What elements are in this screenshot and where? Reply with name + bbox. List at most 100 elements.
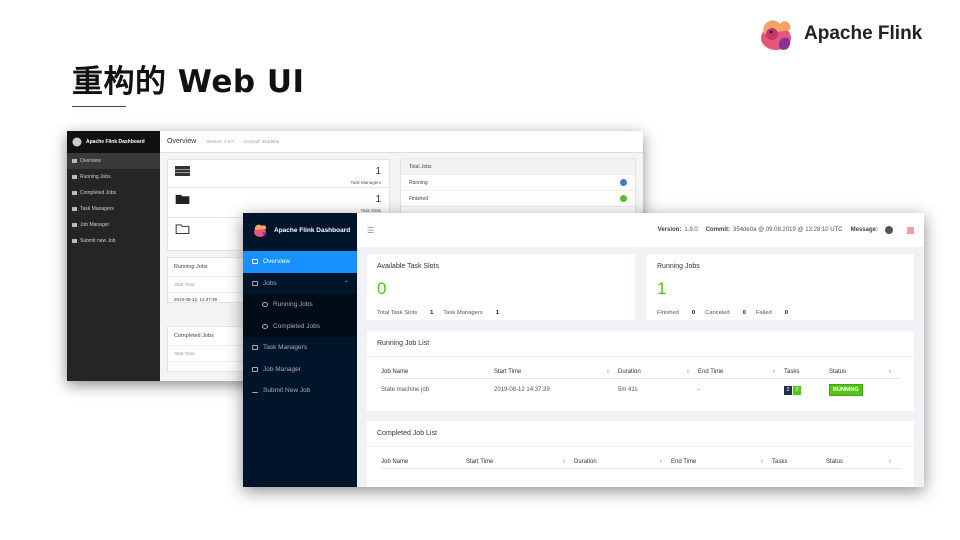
- header-meta: Version: 1.9.0 Commit: 354de0a @ 09.08.2…: [650, 226, 914, 234]
- old-commit: Commit: 354de0a: [243, 139, 280, 144]
- old-sidebar: Apache Flink Dashboard Overview Running …: [67, 131, 160, 381]
- col-status[interactable]: Status ⇕: [829, 357, 900, 379]
- sort-icon: ⇕: [887, 459, 892, 465]
- nav-task-managers[interactable]: Task Managers: [243, 337, 357, 359]
- old-nav-job-manager[interactable]: Job Manager: [67, 217, 160, 233]
- status-dot: [620, 195, 627, 202]
- upload-icon: [72, 239, 77, 243]
- col-start-time[interactable]: Start Time ⇕: [494, 357, 618, 379]
- old-nav: Overview Running Jobs Completed Jobs Tas…: [67, 153, 160, 249]
- old-nav-running-jobs[interactable]: Running Jobs: [67, 169, 160, 185]
- list-icon: [72, 175, 77, 179]
- col-tasks[interactable]: Tasks: [784, 357, 829, 379]
- folder-outline-icon: [175, 224, 190, 234]
- alert-icon[interactable]: [907, 226, 914, 234]
- task-managers-label: Task Managers: [350, 180, 381, 185]
- job-name: State machine job: [381, 387, 430, 393]
- col-job-name[interactable]: Job Name: [381, 357, 494, 379]
- sort-icon: ⇕: [605, 369, 610, 375]
- old-version: Version: 1.9.0: [206, 139, 234, 144]
- sort-icon: ⇕: [887, 369, 892, 375]
- col-duration[interactable]: Duration ⇕: [574, 447, 671, 469]
- flink-icon: [72, 137, 82, 147]
- job-start-time: 2019-08-12 14:37:39: [494, 387, 550, 393]
- old-header: Overview Version: 1.9.0 Commit: 354de0a: [160, 131, 643, 153]
- old-nav-overview[interactable]: Overview: [67, 153, 160, 169]
- message-label: Message:: [850, 227, 878, 233]
- completed-job-list-panel: Completed Job List Job Name Start Time ⇕ …: [367, 421, 914, 487]
- users-icon: [72, 207, 77, 211]
- col-start-time[interactable]: Start Time ⇕: [466, 447, 574, 469]
- completed-list-title: Completed Job List: [377, 430, 437, 437]
- status-badge: RUNNING: [829, 384, 863, 396]
- old-nav-submit-job[interactable]: Submit new Job: [67, 233, 160, 249]
- old-nav-task-managers[interactable]: Task Managers: [67, 201, 160, 217]
- dashboard-icon: [252, 259, 258, 265]
- menu-fold-icon[interactable]: ☰: [367, 226, 374, 235]
- tasks-total-badge: 2: [784, 385, 792, 395]
- slots-card-title: Available Task Slots: [377, 263, 439, 270]
- upload-icon: [252, 388, 258, 394]
- job-duration: 5m 41s: [618, 387, 638, 393]
- sort-icon: ⇕: [685, 369, 690, 375]
- nav-running-jobs[interactable]: Running Jobs: [243, 294, 357, 316]
- running-card-value: 1: [657, 279, 667, 298]
- job-status: RUNNING: [829, 379, 900, 402]
- total-jobs-title: Total Jobs: [401, 159, 635, 175]
- version-value: 1.9.0: [684, 227, 698, 233]
- nav-completed-jobs[interactable]: Completed Jobs: [243, 315, 357, 337]
- sort-icon: ⇕: [561, 459, 566, 465]
- old-nav-completed-jobs[interactable]: Completed Jobs: [67, 185, 160, 201]
- old-total-jobs: Total Jobs Running Finished: [400, 158, 636, 218]
- total-jobs-running: Running: [401, 175, 635, 191]
- table-row[interactable]: State machine job 2019-08-12 14:37:39 5m…: [381, 379, 900, 402]
- dashboard-icon: [72, 159, 77, 163]
- old-brandbar: Apache Flink Dashboard: [67, 131, 160, 153]
- task-slots-count: 1: [375, 194, 381, 205]
- nav-job-manager[interactable]: Job Manager: [243, 359, 357, 381]
- new-sidebar: Apache Flink Dashboard Overview Jobs ⌃ Ru…: [243, 213, 357, 487]
- nav-submit-new-job[interactable]: Submit New Job: [243, 380, 357, 402]
- brand-name: Apache Flink: [804, 23, 923, 44]
- table-header-row: Job Name Start Time ⇕ Duration ⇕ End Time ⇕…: [381, 447, 900, 469]
- old-brand-title: Apache Flink Dashboard: [86, 139, 145, 145]
- sort-icon: ⇕: [759, 459, 764, 465]
- table-header-row: Job Name Start Time ⇕ Duration ⇕ End Time ⇕…: [381, 357, 900, 379]
- tasks-running-badge: 2: [793, 385, 801, 395]
- col-status[interactable]: Status ⇕: [826, 447, 900, 469]
- slots-card-value: 0: [377, 279, 387, 298]
- message-badge[interactable]: [885, 226, 893, 234]
- version-label: Version:: [657, 227, 682, 233]
- running-job-list-panel: Running Job List Job Name Start Time ⇕ Du…: [367, 331, 914, 411]
- new-header: ☰ Version: 1.9.0 Commit: 354de0a @ 09.08…: [357, 213, 924, 247]
- slide-title: 重构的 Web UI: [72, 64, 305, 100]
- old-page-title: Overview: [167, 138, 197, 145]
- flink-squirrel-icon: [761, 20, 791, 50]
- col-end-time[interactable]: End Time ⇕: [671, 447, 772, 469]
- nav-overview[interactable]: Overview: [243, 251, 357, 273]
- flink-squirrel-icon: [254, 224, 267, 237]
- col-job-name[interactable]: Job Name: [381, 447, 466, 469]
- running-list-title: Running Job List: [377, 340, 430, 347]
- status-dot: [620, 179, 627, 186]
- running-card-title: Running Jobs: [657, 263, 700, 270]
- job-end-time: -: [698, 387, 700, 393]
- sort-icon: ⇕: [658, 459, 663, 465]
- col-tasks[interactable]: Tasks: [772, 447, 826, 469]
- title-underline: [72, 106, 126, 107]
- commit-value: 354de0a @ 09.08.2019 @ 13:28:10 UTC: [733, 227, 843, 233]
- sort-icon: ⇕: [771, 369, 776, 375]
- running-card-footer: Finished 0 Canceled 0 Failed 0: [657, 310, 788, 316]
- running-jobs-card: Running Jobs 1 Finished 0 Canceled 0 Faile…: [647, 254, 914, 320]
- col-duration[interactable]: Duration ⇕: [618, 357, 698, 379]
- total-jobs-finished: Finished: [401, 191, 635, 207]
- new-brand-title: Apache Flink Dashboard: [274, 226, 351, 234]
- list-icon: [252, 280, 258, 286]
- slots-card-footer: Total Task Slots 1 Task Managers 1: [377, 310, 499, 316]
- check-circle-icon: [262, 323, 268, 329]
- new-nav: Overview Jobs ⌃ Running Jobs Completed Jo…: [243, 251, 357, 402]
- nav-jobs[interactable]: Jobs ⌃: [243, 273, 357, 295]
- col-end-time[interactable]: End Time ⇕: [698, 357, 784, 379]
- cluster-icon: [252, 366, 258, 372]
- folder-icon: [175, 194, 190, 204]
